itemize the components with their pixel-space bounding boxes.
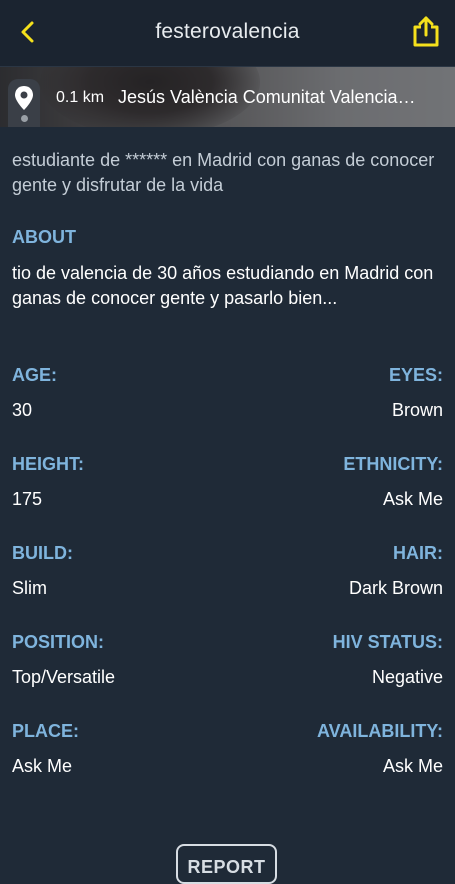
ethnicity-label: ETHNICITY:: [343, 454, 443, 474]
profile-photo[interactable]: 0.1 km Jesús València Comunitat Valencia…: [0, 67, 455, 127]
build-label: BUILD:: [12, 543, 73, 563]
position-label: POSITION:: [12, 632, 105, 652]
top-bar: festerovalencia: [0, 0, 455, 67]
height-value: 175: [12, 489, 43, 509]
height-label: HEIGHT:: [12, 454, 84, 474]
build-value: Slim: [12, 578, 47, 598]
about-label: ABOUT: [12, 227, 76, 247]
share-icon: [413, 16, 439, 47]
report-button[interactable]: REPORT: [176, 844, 277, 884]
age-value: 30: [12, 400, 33, 420]
page-title: festerovalencia: [155, 20, 300, 43]
hair-label: HAIR:: [393, 543, 443, 563]
field-row-age-eyes: AGE: EYES: 30 Brown: [12, 365, 443, 425]
location-distance: 0.1 km: [56, 89, 105, 106]
map-pin-icon: [15, 86, 33, 110]
about-text: tio de valencia de 30 años estudiando en…: [12, 263, 434, 308]
position-value: Top/Versatile: [12, 667, 116, 687]
field-row-build-hair: BUILD: HAIR: Slim Dark Brown: [12, 543, 443, 603]
ethnicity-value: Ask Me: [382, 489, 443, 509]
field-row-place-availability: PLACE: AVAILABILITY: Ask Me Ask Me: [12, 721, 443, 781]
availability-label: AVAILABILITY:: [317, 721, 443, 741]
age-label: AGE:: [12, 365, 57, 385]
photo-page-dot: [20, 115, 28, 122]
hiv-status-label: HIV STATUS:: [332, 632, 443, 652]
availability-value: Ask Me: [382, 756, 443, 776]
profile-headline: estudiante de ****** en Madrid con ganas…: [12, 150, 435, 195]
location-name: Jesús València Comunitat Valencia…: [118, 87, 416, 107]
field-row-position-hiv: POSITION: HIV STATUS: Top/Versatile Nega…: [12, 632, 443, 692]
eyes-value: Brown: [391, 400, 443, 420]
place-value: Ask Me: [12, 756, 73, 776]
field-row-height-ethnicity: HEIGHT: ETHNICITY: 175 Ask Me: [12, 454, 443, 514]
hiv-status-value: Negative: [371, 667, 443, 687]
place-label: PLACE:: [12, 721, 79, 741]
hair-value: Dark Brown: [348, 578, 443, 598]
eyes-label: EYES:: [388, 365, 443, 385]
share-button[interactable]: [411, 14, 441, 48]
location-pin-container: [8, 79, 40, 127]
